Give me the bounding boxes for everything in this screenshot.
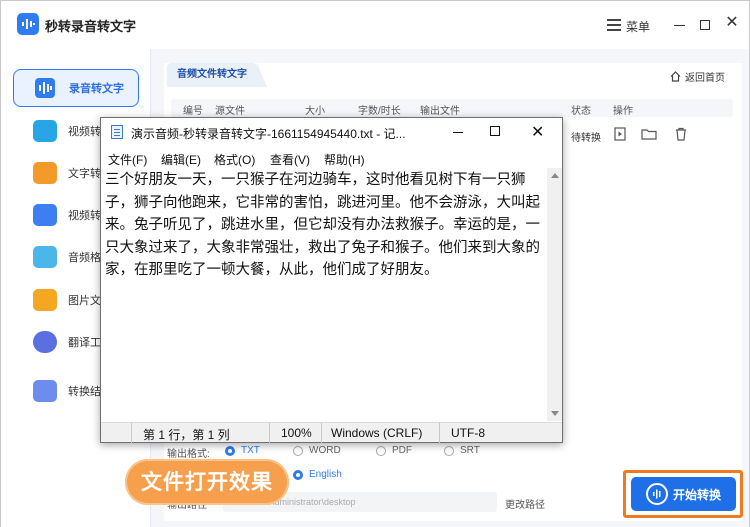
format-radio-txt[interactable] xyxy=(225,446,235,456)
text-to-speech-icon xyxy=(33,162,57,184)
output-format-label: 输出格式: xyxy=(167,449,210,460)
change-path-link[interactable]: 更改路径 xyxy=(505,496,545,511)
maximize-icon[interactable] xyxy=(490,126,500,136)
back-home-label: 返回首页 xyxy=(685,73,725,84)
play-file-icon[interactable] xyxy=(613,127,627,141)
home-icon xyxy=(670,71,681,82)
close-icon[interactable]: ✕ xyxy=(724,15,740,31)
format-label-pdf: PDF xyxy=(392,445,412,456)
logo-wave-icon xyxy=(22,19,35,29)
hamburger-menu-icon[interactable] xyxy=(607,19,621,31)
folder-icon[interactable] xyxy=(641,127,657,141)
column-header-output: 输出文件 xyxy=(420,106,460,117)
menu-item-format[interactable]: 格式(O) xyxy=(214,151,255,168)
trash-icon[interactable] xyxy=(674,127,688,141)
column-header-source: 源文件 xyxy=(215,106,245,117)
sidebar-item-label: 转换结 xyxy=(68,386,101,398)
app-window: 秒转录音转文字 菜单 ✕ 录音转文字 视频转 文字转 视频转 音频格 图片文 翻… xyxy=(0,0,750,527)
tab-audio-file-to-text[interactable]: 音频文件转文字 xyxy=(167,63,267,87)
start-convert-button[interactable]: 开始转换 xyxy=(631,477,736,511)
sidebar-item-label: 视频转 xyxy=(68,126,101,138)
column-header-status: 状态 xyxy=(571,106,591,117)
start-button-label: 开始转换 xyxy=(672,487,721,502)
minimize-icon[interactable] xyxy=(453,132,463,133)
menu-item-help[interactable]: 帮助(H) xyxy=(324,151,365,168)
notepad-menu-bar: 文件(F) 编辑(E) 格式(O) 查看(V) 帮助(H) xyxy=(101,148,562,168)
scroll-down-icon[interactable] xyxy=(551,411,559,416)
format-label-word: WORD xyxy=(309,445,341,456)
video-text-icon xyxy=(33,204,57,226)
format-radio-srt[interactable] xyxy=(444,446,454,456)
sidebar-item-label: 图片文 xyxy=(68,295,101,307)
notepad-window: 演示音频-秒转录音转文字-1661154945440.txt - 记... ✕ … xyxy=(100,117,563,443)
sidebar-item-label: 文字转 xyxy=(68,168,101,180)
encoding: UTF-8 xyxy=(451,426,485,440)
app-logo xyxy=(17,13,39,35)
cursor-position: 第 1 行，第 1 列 xyxy=(143,428,230,442)
audio-format-icon xyxy=(33,246,57,268)
sidebar-item-label: 音频格 xyxy=(68,252,101,264)
sidebar-item-label: 视频转 xyxy=(68,210,101,222)
minimize-icon[interactable] xyxy=(674,25,685,26)
audio-wave-icon xyxy=(645,483,668,505)
results-icon xyxy=(33,380,57,402)
app-title: 秒转录音转文字 xyxy=(45,19,137,34)
column-header-actions: 操作 xyxy=(613,106,633,117)
format-radio-word[interactable] xyxy=(293,446,303,456)
zoom-level: 100% xyxy=(281,426,312,440)
column-header-size: 大小 xyxy=(305,106,325,117)
menu-item-file[interactable]: 文件(F) xyxy=(108,151,147,168)
line-ending: Windows (CRLF) xyxy=(331,426,423,440)
format-label-txt: TXT xyxy=(241,445,260,456)
sidebar-item-label: 录音转文字 xyxy=(69,83,124,95)
file-open-effect-badge: 文件打开效果 xyxy=(125,459,289,505)
back-home-link[interactable]: 返回首页 xyxy=(670,69,725,84)
menu-item-view[interactable]: 查看(V) xyxy=(270,151,310,168)
format-radio-pdf[interactable] xyxy=(376,446,386,456)
close-icon[interactable]: ✕ xyxy=(531,122,544,142)
vertical-scrollbar[interactable] xyxy=(547,168,562,421)
notepad-title-bar[interactable]: 演示音频-秒转录音转文字-1661154945440.txt - 记... ✕ xyxy=(101,118,562,146)
maximize-icon[interactable] xyxy=(700,20,710,30)
notepad-status-bar: 第 1 行，第 1 列 100% Windows (CRLF) UTF-8 xyxy=(101,422,562,443)
video-convert-icon xyxy=(33,120,57,142)
column-header-duration: 字数/时长 xyxy=(358,106,401,117)
notepad-icon xyxy=(111,125,123,139)
scroll-up-icon[interactable] xyxy=(551,173,559,178)
menu-item-edit[interactable]: 编辑(E) xyxy=(161,151,201,168)
audio-wave-icon xyxy=(34,77,58,99)
sidebar-item-audio-to-text[interactable]: 录音转文字 xyxy=(13,69,139,107)
notepad-text-area[interactable]: 三个好朋友一天，一只猴子在河边骑车，这时他看见树下有一只狮子，狮子向他跑来，它非… xyxy=(104,169,544,421)
image-text-icon xyxy=(33,289,57,311)
notepad-title: 演示音频-秒转录音转文字-1661154945440.txt - 记... xyxy=(131,127,406,141)
language-label-english: English xyxy=(309,469,342,480)
translate-icon xyxy=(33,331,57,353)
row-status: 待转换 xyxy=(571,133,601,144)
language-radio-english[interactable] xyxy=(293,470,303,480)
column-header-id: 编号 xyxy=(183,106,203,117)
menu-button[interactable]: 菜单 xyxy=(626,18,650,35)
format-label-srt: SRT xyxy=(460,445,480,456)
